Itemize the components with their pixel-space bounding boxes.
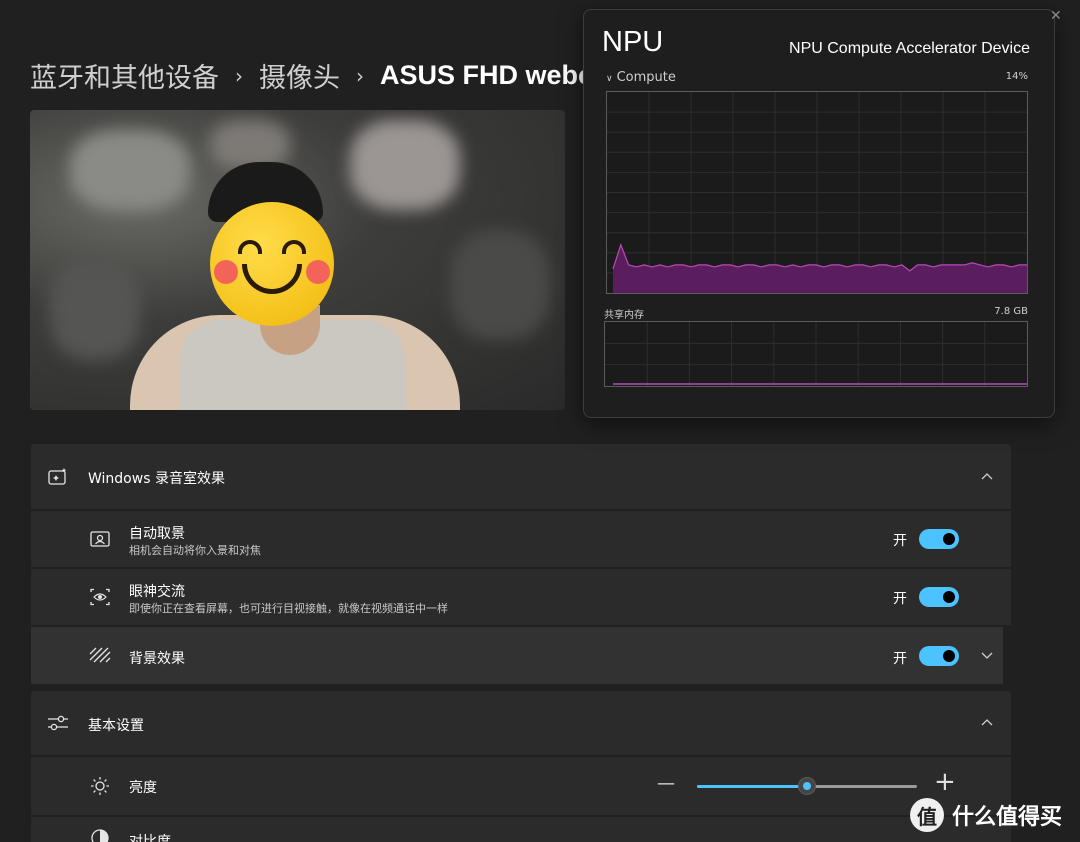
- setting-eye-contact: 眼神交流 即使你正在查看屏幕，也可进行目视接触，就像在视频通话中一样 开: [31, 569, 1011, 625]
- npu-title: NPU: [602, 26, 664, 58]
- chevron-down-icon[interactable]: [977, 646, 997, 666]
- shared-memory-graph: [604, 321, 1028, 387]
- emoji-eye: [282, 240, 306, 254]
- slider-fill: [697, 785, 807, 788]
- close-icon[interactable]: ✕: [1050, 8, 1062, 24]
- toggle-state-label: 开: [893, 591, 907, 607]
- camera-preview: [30, 110, 565, 410]
- breadcrumb: 蓝牙和其他设备 › 摄像头 › ASUS FHD webcam: [30, 56, 590, 95]
- eye-contact-toggle[interactable]: [919, 587, 959, 607]
- setting-subtitle: 相机会自动将你入景和对焦: [129, 544, 261, 557]
- shared-memory-value: 7.8 GB: [994, 306, 1028, 317]
- npu-performance-panel: NPU NPU Compute Accelerator Device ∨ Comp…: [583, 9, 1055, 418]
- breadcrumb-cameras[interactable]: 摄像头: [259, 56, 340, 95]
- shared-memory-label: 共享内存: [604, 310, 644, 321]
- setting-title: 对比度: [129, 834, 171, 842]
- toggle-state-label: 开: [893, 651, 907, 667]
- sun-icon: [89, 775, 111, 797]
- sparkle-camera-icon: [47, 466, 69, 488]
- setting-subtitle: 即使你正在查看屏幕，也可进行目视接触，就像在视频通话中一样: [129, 602, 448, 615]
- npu-metric-selector[interactable]: ∨ Compute: [606, 70, 676, 85]
- basic-settings-header[interactable]: 基本设置: [31, 691, 1011, 755]
- basic-settings-title: 基本设置: [88, 718, 144, 734]
- emoji-eye: [238, 240, 262, 254]
- breadcrumb-bluetooth-devices[interactable]: 蓝牙和其他设备: [30, 56, 219, 95]
- contrast-icon: [89, 827, 111, 842]
- watermark: 值 什么值得买: [910, 798, 1062, 832]
- studio-effects-header[interactable]: Windows 录音室效果: [31, 444, 1011, 509]
- compute-usage-area: [613, 244, 1027, 293]
- chevron-up-icon[interactable]: [977, 466, 997, 486]
- watermark-logo: 值: [910, 798, 944, 832]
- background-blur-icon: [89, 644, 111, 666]
- toggle-state-label: 开: [893, 533, 907, 549]
- emoji-cheek: [306, 260, 330, 284]
- setting-title: 背景效果: [129, 651, 185, 667]
- setting-title: 亮度: [129, 780, 157, 796]
- setting-title: 自动取景: [129, 526, 185, 542]
- emoji-cheek: [214, 260, 238, 284]
- npu-metric-percent: 14%: [1005, 71, 1028, 82]
- sliders-icon: [47, 712, 69, 734]
- slider-thumb[interactable]: [798, 777, 816, 795]
- chevron-down-icon: ∨: [606, 74, 613, 84]
- smiley-face-icon: [210, 202, 334, 326]
- npu-device-name: NPU Compute Accelerator Device: [789, 40, 1030, 57]
- shared-memory-chart: [605, 322, 1027, 386]
- setting-contrast: 对比度: [31, 817, 1011, 842]
- brightness-decrease-button[interactable]: —: [657, 773, 675, 794]
- setting-auto-framing: 自动取景 相机会自动将你入景和对焦 开: [31, 511, 1011, 567]
- page-title: ASUS FHD webcam: [380, 60, 590, 90]
- brightness-increase-button[interactable]: +: [934, 769, 956, 795]
- breadcrumb-separator: ›: [356, 63, 364, 88]
- brightness-slider[interactable]: [697, 777, 917, 795]
- auto-framing-toggle[interactable]: [919, 529, 959, 549]
- emoji-mouth: [242, 264, 302, 294]
- setting-background-effects[interactable]: 背景效果 开: [31, 627, 1003, 684]
- npu-metric-label: Compute: [616, 70, 676, 85]
- npu-compute-graph: [606, 91, 1028, 294]
- eye-focus-icon: [89, 586, 111, 608]
- background-effects-toggle[interactable]: [919, 646, 959, 666]
- npu-compute-chart: [607, 92, 1027, 293]
- frame-icon: [89, 528, 111, 550]
- setting-title: 眼神交流: [129, 584, 185, 600]
- chevron-up-icon[interactable]: [977, 712, 997, 732]
- watermark-text: 什么值得买: [952, 805, 1063, 830]
- studio-effects-title: Windows 录音室效果: [88, 471, 225, 487]
- breadcrumb-separator: ›: [235, 63, 243, 88]
